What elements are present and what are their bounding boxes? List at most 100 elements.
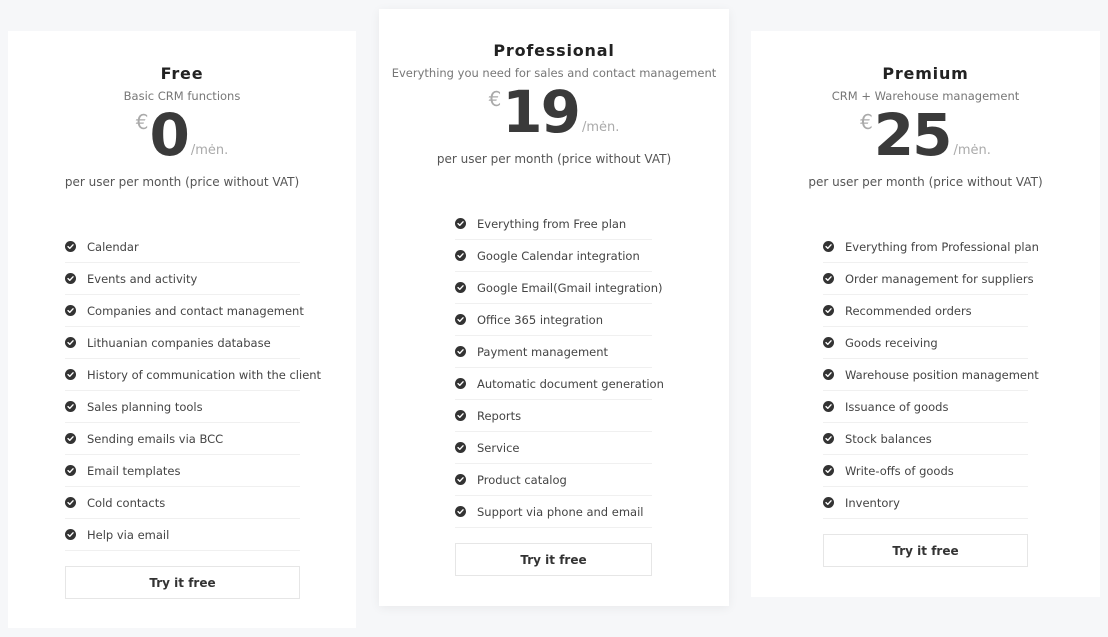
feature-item: Recommended orders xyxy=(823,295,1028,327)
feature-label: Help via email xyxy=(87,527,170,542)
feature-list: Everything from Professional plan Order m… xyxy=(823,231,1039,519)
price: € 25 /mėn. xyxy=(751,106,1100,164)
feature-label: Order management for suppliers xyxy=(845,271,1034,286)
feature-item: Office 365 integration xyxy=(455,304,652,336)
check-circle-icon xyxy=(823,273,834,284)
feature-label: Cold contacts xyxy=(87,495,166,510)
feature-label: Google Calendar integration xyxy=(477,248,640,263)
feature-label: Everything from Professional plan xyxy=(845,239,1039,254)
plan-header: Free Basic CRM functions € 0 /mėn. per u… xyxy=(8,64,356,190)
feature-label: Service xyxy=(477,440,520,455)
check-circle-icon xyxy=(455,442,466,453)
feature-item: Events and activity xyxy=(65,263,300,295)
price-note: per user per month (price without VAT) xyxy=(64,175,300,189)
feature-label: Everything from Free plan xyxy=(477,216,627,231)
feature-item: Reports xyxy=(455,400,652,432)
check-circle-icon xyxy=(455,474,466,485)
feature-label: Goods receiving xyxy=(845,335,938,350)
check-circle-icon xyxy=(823,241,834,252)
feature-item: Automatic document generation xyxy=(455,368,664,400)
price: € 0 /mėn. xyxy=(8,106,356,164)
check-circle-icon xyxy=(455,378,466,389)
feature-item: Companies and contact management xyxy=(65,295,304,327)
price: € 19 /mėn. xyxy=(379,83,729,141)
feature-item: Cold contacts xyxy=(65,487,300,519)
try-it-free-button[interactable]: Try it free xyxy=(455,543,652,576)
feature-label: Reports xyxy=(477,408,522,423)
feature-item: Help via email xyxy=(65,519,300,551)
feature-label: Lithuanian companies database xyxy=(87,335,271,350)
feature-item: Everything from Free plan xyxy=(455,208,652,240)
plan-name: Professional xyxy=(493,41,615,60)
feature-item: Product catalog xyxy=(455,464,652,496)
feature-item: Google Email(Gmail integration) xyxy=(455,272,662,304)
feature-label: Payment management xyxy=(477,344,609,359)
check-circle-icon xyxy=(455,282,466,293)
feature-item: Stock balances xyxy=(823,423,1028,455)
check-circle-icon xyxy=(823,433,834,444)
feature-label: Inventory xyxy=(845,495,900,510)
feature-label: Calendar xyxy=(87,239,139,254)
price-period: /mėn. xyxy=(953,143,991,158)
feature-item: Service xyxy=(455,432,652,464)
check-circle-icon xyxy=(65,497,76,508)
feature-label: Sending emails via BCC xyxy=(87,431,224,446)
feature-item: Goods receiving xyxy=(823,327,1028,359)
feature-label: Email templates xyxy=(87,463,181,478)
plan-card-premium: Premium CRM + Warehouse management € 25 … xyxy=(751,31,1100,597)
plan-name: Free xyxy=(160,64,204,83)
price-amount: 19 xyxy=(502,78,581,146)
currency-symbol: € xyxy=(135,110,149,134)
check-circle-icon xyxy=(65,433,76,444)
currency-symbol: € xyxy=(488,87,502,111)
check-circle-icon xyxy=(65,529,76,540)
price-note: per user per month (price without VAT) xyxy=(808,175,1043,189)
check-circle-icon xyxy=(455,346,466,357)
feature-item: Google Calendar integration xyxy=(455,240,652,272)
feature-label: Support via phone and email xyxy=(477,504,644,519)
try-it-free-button[interactable]: Try it free xyxy=(65,566,300,599)
feature-item: Warehouse position management xyxy=(823,359,1039,391)
feature-item: Write-offs of goods xyxy=(823,455,1028,487)
feature-label: Office 365 integration xyxy=(477,312,604,327)
check-circle-icon xyxy=(823,497,834,508)
feature-label: Product catalog xyxy=(477,472,567,487)
feature-label: Companies and contact management xyxy=(87,303,304,318)
plan-header: Professional Everything you need for sal… xyxy=(379,41,729,167)
plan-header: Premium CRM + Warehouse management € 25 … xyxy=(751,64,1100,190)
price-period: /mėn. xyxy=(190,143,229,158)
feature-label: Warehouse position management xyxy=(845,367,1039,382)
feature-label: Automatic document generation xyxy=(477,376,664,391)
check-circle-icon xyxy=(65,241,76,252)
check-circle-icon xyxy=(65,337,76,348)
feature-item: Support via phone and email xyxy=(455,496,652,528)
feature-item: Sales planning tools xyxy=(65,391,300,423)
check-circle-icon xyxy=(455,218,466,229)
price-note: per user per month (price without VAT) xyxy=(436,152,672,166)
price-amount: 25 xyxy=(873,101,953,169)
feature-item: Issuance of goods xyxy=(823,391,1028,423)
check-circle-icon xyxy=(65,305,76,316)
feature-list: Everything from Free plan Google Calendar… xyxy=(455,208,664,528)
feature-item: Order management for suppliers xyxy=(823,263,1034,295)
check-circle-icon xyxy=(823,369,834,380)
check-circle-icon xyxy=(455,250,466,261)
feature-item: Email templates xyxy=(65,455,300,487)
check-circle-icon xyxy=(823,465,834,476)
feature-item: Inventory xyxy=(823,487,1028,519)
try-it-free-button[interactable]: Try it free xyxy=(823,534,1028,567)
check-circle-icon xyxy=(65,401,76,412)
currency-symbol: € xyxy=(860,110,873,134)
feature-label: Stock balances xyxy=(845,431,932,446)
feature-label: Write-offs of goods xyxy=(845,463,954,478)
feature-list: Calendar Events and activity Companies and… xyxy=(65,231,321,551)
check-circle-icon xyxy=(455,506,466,517)
feature-label: Issuance of goods xyxy=(845,399,949,414)
price-period: /mėn. xyxy=(582,120,620,135)
check-circle-icon xyxy=(65,369,76,380)
feature-item: Sending emails via BCC xyxy=(65,423,300,455)
plan-name: Premium xyxy=(882,64,969,83)
check-circle-icon xyxy=(823,337,834,348)
check-circle-icon xyxy=(823,401,834,412)
feature-label: Recommended orders xyxy=(845,303,972,318)
